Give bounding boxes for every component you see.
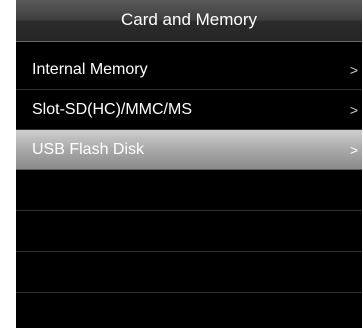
menu-item-label: Slot-SD(HC)/MMC/MS	[32, 101, 192, 118]
chevron-right-icon: >	[349, 62, 358, 78]
device-screen: Card and Memory Internal Memory > Slot-S…	[16, 0, 362, 328]
menu-item-label: Internal Memory	[32, 61, 148, 78]
menu-item-usb-flash-disk[interactable]: USB Flash Disk >	[16, 130, 362, 170]
menu-item-internal-memory[interactable]: Internal Memory >	[16, 50, 362, 90]
menu-item-slot-sd[interactable]: Slot-SD(HC)/MMC/MS >	[16, 90, 362, 130]
empty-row	[16, 211, 362, 252]
page-title: Card and Memory	[120, 10, 258, 29]
menu-item-label: USB Flash Disk	[32, 141, 145, 158]
chevron-right-icon: >	[349, 102, 358, 118]
empty-row	[16, 170, 362, 211]
empty-row	[16, 252, 362, 293]
title-bar: Card and Memory	[16, 0, 362, 42]
chevron-right-icon: >	[349, 142, 358, 158]
menu-list: Internal Memory > Slot-SD(HC)/MMC/MS > U…	[16, 50, 362, 328]
empty-row	[16, 293, 362, 328]
